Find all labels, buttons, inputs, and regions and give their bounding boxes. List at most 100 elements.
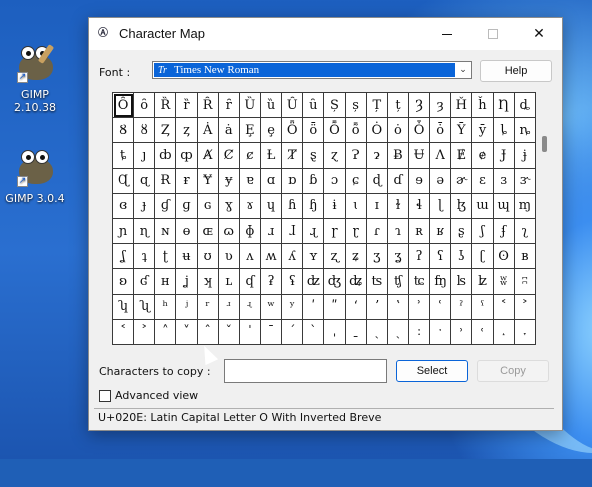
character-cell[interactable]: ț — [386, 91, 410, 119]
character-cell[interactable]: ɹ — [259, 217, 283, 245]
character-cell[interactable]: ȭ — [344, 117, 367, 144]
character-cell[interactable]: ʪ — [450, 268, 473, 295]
character-cell[interactable]: Ȝ — [407, 91, 431, 119]
character-cell[interactable]: Ⱦ — [281, 142, 304, 169]
character-cell[interactable]: ȼ — [238, 142, 261, 169]
character-cell[interactable]: ˊ — [281, 318, 304, 345]
character-cell[interactable]: ȕ — [259, 91, 283, 119]
character-cell[interactable]: ȣ — [133, 117, 156, 144]
character-cell[interactable]: Ƀ — [386, 142, 410, 169]
character-cell[interactable]: ɤ — [238, 192, 261, 219]
character-cell[interactable]: Ɉ — [492, 142, 515, 169]
character-cell[interactable]: ɿ — [386, 217, 410, 245]
character-cell[interactable]: ɉ — [513, 142, 537, 169]
character-cell[interactable]: ɺ — [281, 217, 304, 245]
character-cell[interactable]: ʸ — [281, 293, 304, 320]
character-cell[interactable]: ɢ — [196, 192, 219, 219]
character-cell[interactable]: ȴ — [492, 117, 515, 144]
character-cell[interactable]: ʑ — [344, 243, 367, 270]
character-cell[interactable]: Ȑ — [154, 91, 177, 119]
minimize-button[interactable] — [424, 18, 470, 50]
character-cell[interactable]: ɽ — [344, 217, 367, 245]
character-cell[interactable]: ȩ — [259, 117, 283, 144]
character-cell[interactable]: ɶ — [196, 217, 219, 245]
character-cell[interactable]: ˂ — [111, 318, 135, 345]
character-cell[interactable]: ɾ — [365, 217, 388, 245]
character-cell[interactable]: ȧ — [217, 117, 240, 144]
character-cell[interactable]: ʙ — [513, 243, 537, 270]
character-cell[interactable]: ʯ — [133, 293, 156, 320]
character-cell[interactable]: ɒ — [281, 167, 304, 194]
character-cell[interactable]: ɋ — [133, 167, 156, 194]
character-cell[interactable]: ʄ — [492, 217, 515, 245]
character-cell[interactable]: ʵ — [238, 293, 261, 320]
character-cell[interactable]: ɨ — [323, 192, 346, 219]
character-cell[interactable]: ȶ — [111, 142, 135, 169]
character-cell[interactable]: ˕ — [513, 318, 537, 345]
character-cell[interactable]: ˇ — [217, 318, 240, 345]
character-cell[interactable]: ɏ — [217, 167, 240, 194]
character-cell[interactable]: ȹ — [175, 142, 198, 169]
character-grid[interactable]: ȎȏȐȑȒȓȔȕȖȗȘșȚțȜȝȞȟȠȡȢȣȤȥȦȧȨȩȪȫȬȭȮȯȰȱȲȳȴȵ… — [111, 91, 537, 345]
character-cell[interactable]: Ȫ — [281, 117, 304, 144]
character-cell[interactable]: ɗ — [386, 167, 410, 194]
character-cell[interactable]: Ɍ — [154, 167, 177, 194]
character-cell[interactable]: Ȏ — [111, 91, 135, 119]
character-cell[interactable]: ɰ — [492, 192, 515, 219]
character-cell[interactable]: ˂ — [492, 293, 515, 320]
character-cell[interactable]: ʢ — [281, 268, 304, 295]
character-cell[interactable]: ɧ — [302, 192, 325, 219]
character-cell[interactable]: Ȭ — [323, 117, 346, 144]
character-cell[interactable]: ˉ — [259, 318, 283, 345]
character-cell[interactable]: Ȟ — [450, 91, 473, 119]
character-cell[interactable]: ɐ — [238, 167, 261, 194]
character-cell[interactable]: Ȱ — [407, 117, 431, 144]
character-cell[interactable]: ʔ — [407, 243, 431, 270]
character-cell[interactable]: Ⱥ — [196, 142, 219, 169]
character-cell[interactable]: ʺ — [323, 293, 346, 320]
character-cell[interactable]: Ƞ — [492, 91, 515, 119]
character-cell[interactable]: Ș — [323, 91, 346, 119]
character-cell[interactable]: ˔ — [492, 318, 515, 345]
character-cell[interactable]: ˃ — [513, 293, 537, 320]
character-cell[interactable]: Ȥ — [154, 117, 177, 144]
character-cell[interactable]: ʛ — [133, 268, 156, 295]
character-cell[interactable]: Ȳ — [450, 117, 473, 144]
character-cell[interactable]: ʫ — [471, 268, 494, 295]
character-cell[interactable]: ɟ — [133, 192, 156, 219]
character-cell[interactable]: ȸ — [154, 142, 177, 169]
character-cell[interactable]: ʡ — [259, 268, 283, 295]
character-cell[interactable]: ʚ — [111, 268, 135, 295]
character-cell[interactable]: ʮ — [111, 293, 135, 320]
character-cell[interactable]: ˃ — [133, 318, 156, 345]
character-cell[interactable]: ȷ — [133, 142, 156, 169]
characters-to-copy-input[interactable] — [224, 359, 387, 383]
character-cell[interactable]: ɯ — [471, 192, 494, 219]
character-cell[interactable]: ɲ — [111, 217, 135, 245]
character-cell[interactable]: ɂ — [365, 142, 388, 169]
character-cell[interactable]: Ȯ — [365, 117, 388, 144]
character-cell[interactable]: ʦ — [365, 268, 388, 295]
character-cell[interactable]: ʠ — [238, 268, 261, 295]
character-cell[interactable]: ʜ — [154, 268, 177, 295]
character-cell[interactable]: ɇ — [471, 142, 494, 169]
character-cell[interactable]: Ɂ — [344, 142, 367, 169]
character-cell[interactable]: ȫ — [302, 117, 325, 144]
scrollbar-thumb[interactable] — [542, 136, 547, 152]
character-cell[interactable]: ˌ — [323, 318, 346, 345]
character-cell[interactable]: ʥ — [344, 268, 367, 295]
character-cell[interactable]: ʎ — [281, 243, 304, 270]
character-cell[interactable]: ɵ — [175, 217, 198, 245]
character-cell[interactable]: ɳ — [133, 217, 156, 245]
character-cell[interactable]: ɱ — [513, 192, 537, 219]
character-cell[interactable]: ʴ — [217, 293, 240, 320]
character-cell[interactable]: ʭ — [513, 268, 537, 295]
character-cell[interactable]: Ȕ — [238, 91, 261, 119]
character-cell[interactable]: ʖ — [450, 243, 473, 270]
character-cell[interactable]: ȵ — [513, 117, 537, 144]
title-bar[interactable]: Ⓐ Character Map ✕ — [89, 18, 562, 50]
character-cell[interactable]: ʗ — [471, 243, 494, 270]
character-cell[interactable]: Ɏ — [196, 167, 219, 194]
character-cell[interactable]: Ȼ — [217, 142, 240, 169]
character-cell[interactable]: ː — [407, 318, 431, 345]
